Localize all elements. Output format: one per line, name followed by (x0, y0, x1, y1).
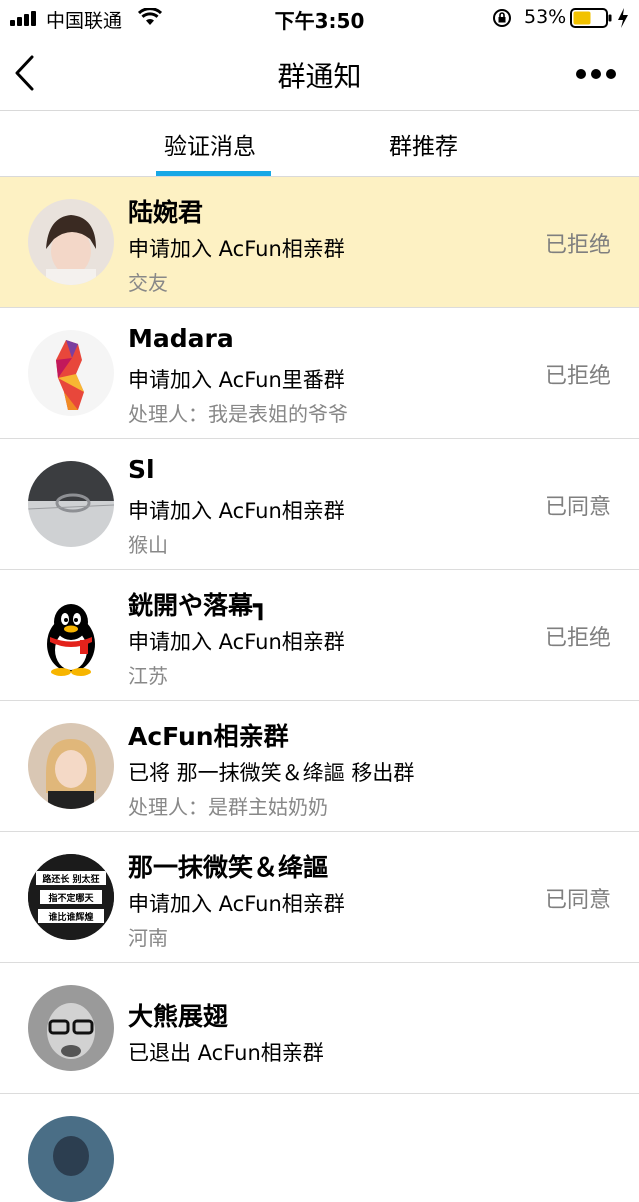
item-action: 申请加入 AcFun相亲群 (128, 892, 345, 916)
list-item[interactable] (0, 1094, 639, 1202)
avatar (28, 461, 114, 547)
item-name: 那一抹微笑＆绛謳 (128, 853, 329, 882)
item-extra: 河南 (128, 926, 168, 950)
item-extra: 交友 (128, 271, 168, 295)
status-label: 已拒绝 (544, 233, 611, 258)
item-name: 陆婉君 (128, 198, 204, 227)
item-extra: 猴山 (128, 533, 168, 557)
item-name: AcFun相亲群 (128, 722, 289, 751)
status-label: 已拒绝 (544, 626, 611, 651)
item-name: Madara (128, 324, 234, 353)
more-dots-icon[interactable] (576, 62, 616, 82)
avatar (28, 1116, 114, 1202)
tab-group-recommend[interactable]: 群推荐 (389, 127, 458, 161)
avatar-text-line: 路还长 别太狂 (42, 873, 99, 885)
page-title: 群通知 (277, 60, 362, 93)
item-action: 申请加入 AcFun相亲群 (128, 630, 345, 654)
avatar (28, 985, 114, 1071)
avatar-text-line: 谁比谁辉煌 (48, 911, 93, 923)
item-action: 已将 那一抹微笑＆绛謳 移出群 (128, 761, 415, 785)
item-name: Sl (128, 455, 155, 484)
avatar-text-line: 指不定哪天 (48, 892, 94, 904)
status-label: 已拒绝 (544, 364, 611, 389)
item-action: 申请加入 AcFun相亲群 (128, 237, 345, 261)
rotation-lock-icon (493, 9, 511, 27)
charging-icon (618, 8, 628, 28)
list-item[interactable]: 路还长 别太狂 指不定哪天 谁比谁辉煌 那一抹微笑＆绛謳 申请加入 AcFun相… (0, 832, 639, 963)
list-item[interactable]: Sl 申请加入 AcFun相亲群 猴山 已同意 (0, 439, 639, 570)
item-name: 大熊展翅 (128, 1002, 229, 1031)
item-extra: 处理人：我是表姐的爷爷 (128, 402, 348, 426)
nav-bar: 群通知 (0, 36, 639, 111)
item-name: 銧開や落幕┓ (128, 591, 269, 620)
list-item[interactable]: AcFun相亲群 已将 那一抹微笑＆绛謳 移出群 处理人：是群主姑奶奶 (0, 701, 639, 832)
item-action: 申请加入 AcFun里番群 (128, 368, 345, 392)
status-label: 已同意 (544, 888, 611, 913)
list-item[interactable]: 大熊展翅 已退出 AcFun相亲群 (0, 963, 639, 1094)
avatar (28, 723, 114, 809)
list-item[interactable]: 陆婉君 申请加入 AcFun相亲群 交友 已拒绝 (0, 177, 639, 308)
status-label: 已同意 (544, 495, 611, 520)
tab-bar: 验证消息 群推荐 (0, 111, 639, 177)
list-item[interactable]: Madara 申请加入 AcFun里番群 处理人：我是表姐的爷爷 已拒绝 (0, 308, 639, 439)
item-extra: 处理人：是群主姑奶奶 (128, 795, 328, 819)
item-action: 申请加入 AcFun相亲群 (128, 499, 345, 523)
battery-icon (570, 8, 612, 28)
battery-percent: 53% (524, 6, 567, 28)
item-action: 已退出 AcFun相亲群 (128, 1041, 324, 1065)
avatar (28, 330, 114, 416)
avatar (28, 199, 114, 285)
qq-penguin-icon (28, 592, 114, 678)
list-item[interactable]: 銧開や落幕┓ 申请加入 AcFun相亲群 江苏 已拒绝 (0, 570, 639, 701)
item-extra: 江苏 (128, 664, 168, 688)
tab-verification-messages[interactable]: 验证消息 (164, 127, 256, 161)
avatar: 路还长 别太狂 指不定哪天 谁比谁辉煌 (28, 854, 114, 940)
notification-list: 陆婉君 申请加入 AcFun相亲群 交友 已拒绝 Madara 申请加入 AcF… (0, 177, 639, 1202)
active-tab-indicator (156, 171, 271, 176)
status-bar: 中国联通 下午3:50 53% (0, 0, 639, 36)
